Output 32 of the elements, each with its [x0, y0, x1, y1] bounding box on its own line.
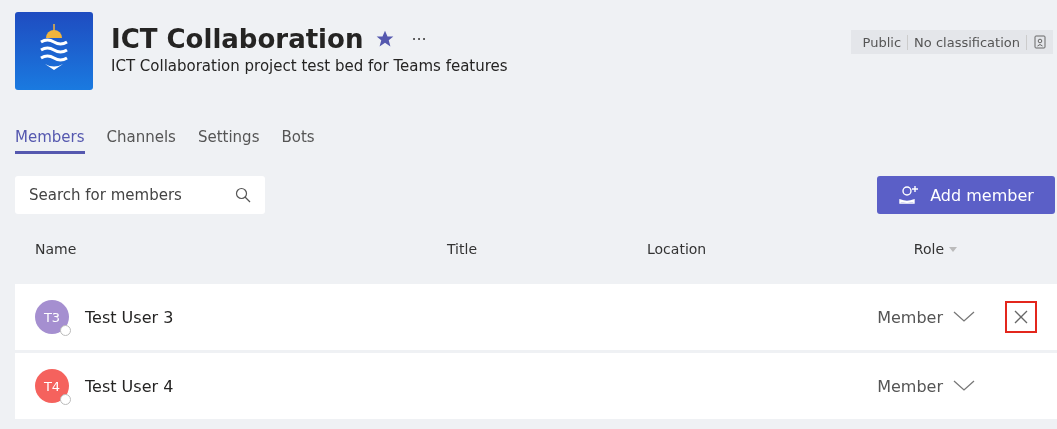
column-header[interactable]: Role: [913, 241, 957, 257]
add-member-button[interactable]: Add member: [877, 176, 1055, 214]
role-dropdown[interactable]: Member: [871, 375, 981, 397]
member-row[interactable]: T4 Test User 4 Member: [15, 353, 1057, 419]
team-description: ICT Collaboration project test bed for Teams features: [111, 57, 509, 75]
presence-icon: [60, 325, 71, 336]
search-icon: [235, 187, 251, 203]
member-name: Test User 4: [85, 376, 175, 396]
team-title: ICT Collaboration: [111, 24, 364, 54]
member-name: Test User 3: [85, 307, 175, 327]
column-header: Name: [35, 241, 78, 257]
chevron-down-icon: [953, 311, 975, 323]
avatar: T4: [35, 369, 69, 403]
presence-icon: [60, 394, 71, 405]
column-header: Location: [647, 241, 708, 257]
chevron-down-icon: [953, 380, 975, 392]
role-dropdown[interactable]: Member: [871, 306, 981, 328]
badge-icon[interactable]: [1033, 35, 1047, 49]
sort-icon: [949, 246, 957, 252]
more-button[interactable]: ···: [407, 29, 431, 49]
tab[interactable]: Settings: [197, 128, 260, 154]
column-header: Title: [447, 241, 478, 257]
close-icon: [1014, 310, 1028, 324]
classification-label: No classification: [908, 34, 1027, 50]
avatar: T3: [35, 300, 69, 334]
add-person-icon: [898, 185, 921, 205]
tab[interactable]: Members: [15, 128, 85, 154]
search-field[interactable]: Search for members: [15, 176, 265, 214]
tab[interactable]: Bots: [281, 128, 315, 154]
tab[interactable]: Channels: [106, 128, 176, 154]
member-row[interactable]: T3 Test User 3 Member: [15, 284, 1057, 350]
classification-label: Public: [856, 34, 909, 50]
